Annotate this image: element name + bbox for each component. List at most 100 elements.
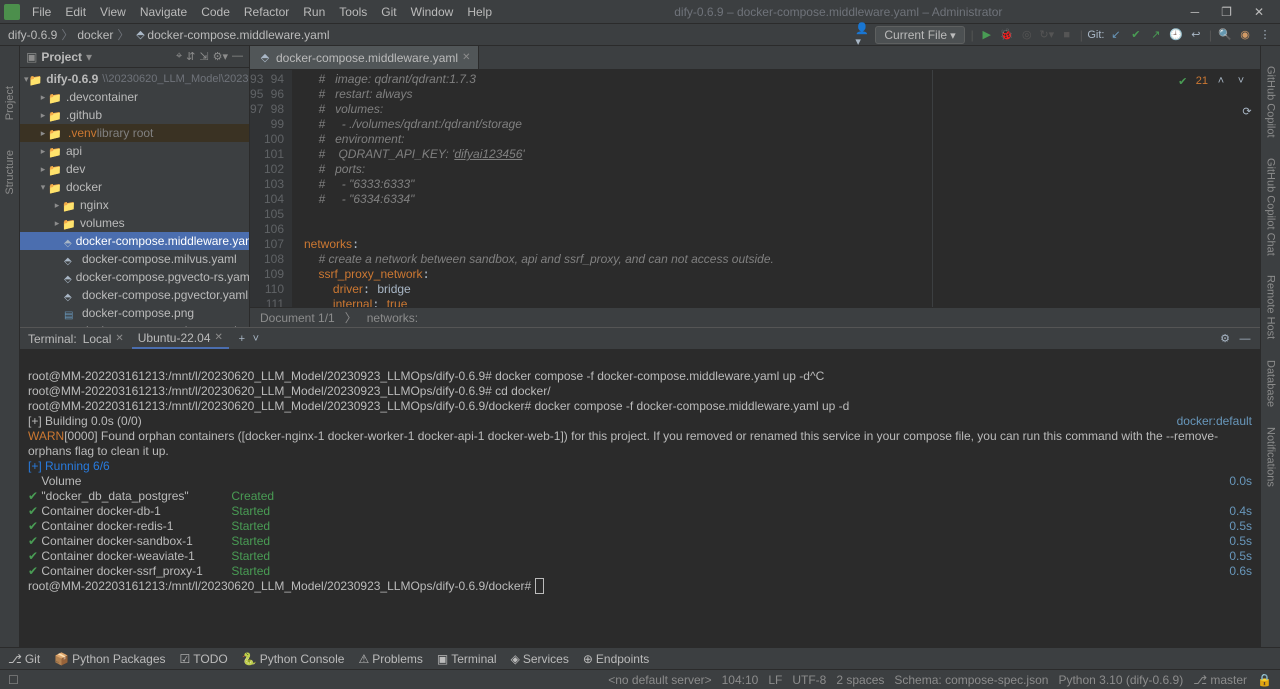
close-button[interactable]: ✕ <box>1248 5 1270 19</box>
terminal-pane: Terminal: Local ✕ Ubuntu-22.04 ✕ + ˅ ⚙ —… <box>20 327 1260 647</box>
tree-folder[interactable]: ▸dev <box>20 160 249 178</box>
crumb-file[interactable]: docker-compose.middleware.yaml <box>147 28 329 42</box>
search-icon[interactable]: 🔍 <box>1218 28 1232 42</box>
tree-file[interactable]: docker-compose.pgvector.yaml <box>20 286 249 304</box>
line-gutter: 93 94 95 96 97 98 99 100 101 102 103 104… <box>250 70 292 307</box>
status-lock-icon[interactable]: 🔒 <box>1257 673 1272 687</box>
terminal-settings-icon[interactable]: ⚙ <box>1218 332 1232 346</box>
gutter-notifications[interactable]: Notifications <box>1265 427 1277 487</box>
gutter-remote[interactable]: Remote Host <box>1265 275 1277 339</box>
coverage-button[interactable]: ◎ <box>1020 28 1034 42</box>
minimize-button[interactable]: ─ <box>1185 5 1206 19</box>
settings-icon[interactable]: ⋮ <box>1258 28 1272 42</box>
tree-folder-venv[interactable]: ▸.venv library root <box>20 124 249 142</box>
terminal-body[interactable]: root@MM-202203161213:/mnt/l/20230620_LLM… <box>20 350 1260 647</box>
maximize-button[interactable]: ❐ <box>1215 5 1238 19</box>
menu-refactor[interactable]: Refactor <box>238 3 295 21</box>
run-button[interactable]: ▶ <box>980 28 994 42</box>
locate-icon[interactable]: ⌖ <box>176 50 182 63</box>
close-tab-icon[interactable]: ✕ <box>462 52 470 63</box>
tree-file[interactable]: docker-compose.pgvecto-rs.yaml <box>20 268 249 286</box>
menu-tools[interactable]: Tools <box>333 3 373 21</box>
stop-icon[interactable]: ■ <box>1060 28 1074 42</box>
tw-problems[interactable]: ⚠ Problems <box>358 652 422 666</box>
menu-window[interactable]: Window <box>405 3 460 21</box>
editor-body[interactable]: 93 94 95 96 97 98 99 100 101 102 103 104… <box>250 70 1260 307</box>
tree-folder[interactable]: ▸api <box>20 142 249 160</box>
status-python[interactable]: Python 3.10 (dify-0.6.9) <box>1058 673 1183 687</box>
tree-folder[interactable]: ▸.github <box>20 106 249 124</box>
user-icon[interactable]: 👤▾ <box>855 28 869 42</box>
terminal-dropdown-icon[interactable]: ˅ <box>249 332 263 346</box>
terminal-tab-local[interactable]: Local ✕ <box>77 330 130 348</box>
problems-count[interactable]: 21 <box>1196 75 1208 87</box>
debug-button[interactable]: 🐞 <box>1000 28 1014 42</box>
nav-up-icon[interactable]: ˄ <box>1214 74 1228 88</box>
git-history-icon[interactable]: 🕘 <box>1169 28 1183 42</box>
status-msg[interactable]: ☐ <box>8 673 19 687</box>
gutter-structure[interactable]: Structure <box>4 150 16 195</box>
code-area[interactable]: # image: qdrant/qdrant:1.7.3 # restart: … <box>292 70 1260 307</box>
menu-edit[interactable]: Edit <box>59 3 92 21</box>
git-update-icon[interactable]: ↙ <box>1109 28 1123 42</box>
terminal-label: Terminal: <box>28 332 77 346</box>
status-schema[interactable]: Schema: compose-spec.json <box>894 673 1048 687</box>
gutter-copilot-chat[interactable]: GitHub Copilot Chat <box>1265 158 1277 256</box>
gutter-project[interactable]: Project <box>4 86 16 120</box>
status-indent[interactable]: 2 spaces <box>836 673 884 687</box>
menu-file[interactable]: File <box>26 3 57 21</box>
reload-icon[interactable]: ⟳ <box>1240 104 1254 118</box>
stop-button[interactable]: ↻▾ <box>1040 28 1054 42</box>
tw-todo[interactable]: ☑ TODO <box>180 652 228 666</box>
expand-icon[interactable]: ⇲ <box>199 50 208 63</box>
project-pane-title[interactable]: Project <box>41 50 82 64</box>
tw-services[interactable]: ◈ Services <box>511 652 569 666</box>
gutter-copilot[interactable]: GitHub Copilot <box>1265 66 1277 138</box>
git-push-icon[interactable]: ↗ <box>1149 28 1163 42</box>
tw-terminal[interactable]: ▣ Terminal <box>437 652 497 666</box>
tree-folder[interactable]: ▸volumes <box>20 214 249 232</box>
tree-folder[interactable]: ▸.devcontainer <box>20 88 249 106</box>
tree-folder[interactable]: ▸nginx <box>20 196 249 214</box>
check-icon[interactable]: ✔ <box>1176 74 1190 88</box>
menu-view[interactable]: View <box>94 3 132 21</box>
project-tree[interactable]: ▾dify-0.6.9\\20230620_LLM_Model\20230923… <box>20 68 249 327</box>
crumb-folder[interactable]: docker <box>77 28 113 42</box>
terminal-minimize-icon[interactable]: — <box>1238 332 1252 346</box>
tree-file-selected[interactable]: docker-compose.middleware.yaml <box>20 232 249 250</box>
nav-down-icon[interactable]: ˅ <box>1234 74 1248 88</box>
menu-git[interactable]: Git <box>375 3 402 21</box>
new-terminal-icon[interactable]: + <box>235 332 249 346</box>
gear-icon[interactable]: ⚙▾ <box>213 50 228 63</box>
status-linesep[interactable]: LF <box>768 673 782 687</box>
status-branch[interactable]: ⎇ master <box>1193 673 1247 687</box>
tree-file[interactable]: docker-compose.milvus.yaml <box>20 250 249 268</box>
copilot-icon[interactable]: ◉ <box>1238 28 1252 42</box>
gutter-database[interactable]: Database <box>1265 360 1277 407</box>
tw-pyconsole[interactable]: 🐍 Python Console <box>242 652 345 666</box>
tree-file[interactable]: docker-compose.png <box>20 304 249 322</box>
menu-navigate[interactable]: Navigate <box>134 3 193 21</box>
terminal-tab-ubuntu[interactable]: Ubuntu-22.04 ✕ <box>132 329 229 349</box>
right-gutter: GitHub Copilot GitHub Copilot Chat Remot… <box>1260 46 1280 647</box>
tw-git[interactable]: ⎇ Git <box>8 652 40 666</box>
tree-root[interactable]: ▾dify-0.6.9\\20230620_LLM_Model\20230923… <box>20 70 249 88</box>
editor-tab[interactable]: ⬘ docker-compose.middleware.yaml ✕ <box>250 46 479 69</box>
collapse-icon[interactable]: ⇵ <box>186 50 195 63</box>
hide-pane-icon[interactable]: — <box>232 50 243 63</box>
menu-run[interactable]: Run <box>297 3 331 21</box>
menu-code[interactable]: Code <box>195 3 236 21</box>
status-encoding[interactable]: UTF-8 <box>792 673 826 687</box>
tw-pypackages[interactable]: 📦 Python Packages <box>54 652 165 666</box>
menu-help[interactable]: Help <box>461 3 498 21</box>
git-commit-icon[interactable]: ✔ <box>1129 28 1143 42</box>
status-server[interactable]: <no default server> <box>608 673 711 687</box>
tool-window-bar: ⎇ Git 📦 Python Packages ☑ TODO 🐍 Python … <box>0 647 1280 669</box>
git-rollback-icon[interactable]: ↩ <box>1189 28 1203 42</box>
tw-endpoints[interactable]: ⊕ Endpoints <box>583 652 649 666</box>
tree-folder-docker[interactable]: ▾docker <box>20 178 249 196</box>
project-view-icon[interactable]: ▣ <box>26 50 37 64</box>
run-config-select[interactable]: Current File ▾ <box>875 26 964 44</box>
status-pos[interactable]: 104:10 <box>722 673 759 687</box>
crumb-root[interactable]: dify-0.6.9 <box>8 28 57 42</box>
